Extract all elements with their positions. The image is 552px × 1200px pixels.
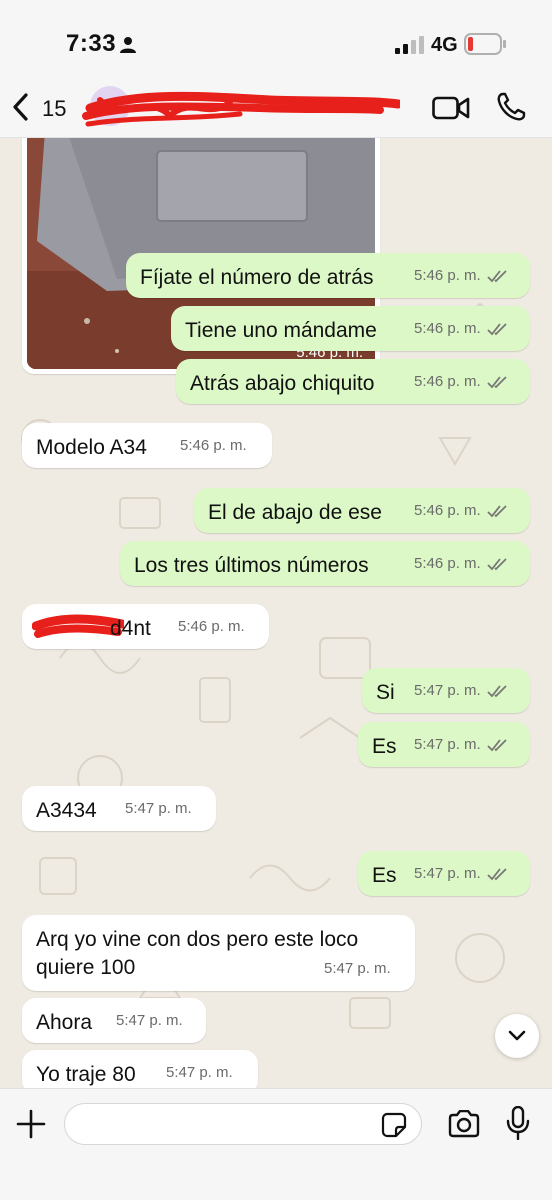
message-meta: 5:46 p. m. [414, 315, 509, 343]
message-meta: 5:47 p. m. [414, 860, 509, 888]
chat-area[interactable]: 5:46 p. m. Fíjate el número de atrás 5:4… [0, 138, 552, 1088]
message-text: Tiene uno mándame [185, 319, 377, 342]
person-icon [120, 37, 136, 53]
video-call-icon[interactable] [432, 94, 470, 122]
read-receipt-icon [487, 685, 507, 698]
message-time: 5:46 p. m. [414, 373, 481, 390]
message-time: 5:47 p. m. [125, 800, 192, 817]
outgoing-message[interactable]: Los tres últimos números 5:46 p. m. [120, 541, 530, 586]
message-time: 5:47 p. m. [324, 960, 391, 977]
read-receipt-icon [487, 868, 507, 881]
message-text: Es [372, 864, 397, 887]
message-text: d4nt [110, 617, 151, 640]
outgoing-message[interactable]: Tiene uno mándame 5:46 p. m. [171, 306, 530, 351]
back-chevron-icon[interactable] [10, 92, 32, 122]
message-time: 5:47 p. m. [414, 736, 481, 753]
contact-info[interactable] [80, 86, 400, 132]
message-input[interactable] [64, 1103, 422, 1145]
read-receipt-icon [487, 505, 507, 518]
scroll-to-bottom-button[interactable] [495, 1014, 539, 1058]
message-meta: 5:46 p. m. [414, 497, 509, 525]
message-time: 5:46 p. m. [178, 618, 245, 635]
incoming-message[interactable]: Yo traje 80 5:47 p. m. [22, 1050, 258, 1088]
outgoing-message[interactable]: El de abajo de ese 5:46 p. m. [194, 488, 530, 533]
message-meta: 5:46 p. m. [414, 368, 509, 396]
network-label: 4G [431, 34, 458, 56]
outgoing-message[interactable]: Fíjate el número de atrás 5:46 p. m. [126, 253, 530, 298]
read-receipt-icon [487, 558, 507, 571]
message-time: 5:46 p. m. [180, 437, 247, 454]
microphone-icon[interactable] [506, 1106, 530, 1140]
unread-count[interactable]: 15 [42, 96, 66, 122]
message-time: 5:46 p. m. [414, 320, 481, 337]
read-receipt-icon [487, 739, 507, 752]
contact-name-redaction [82, 86, 400, 127]
outgoing-message[interactable]: Atrás abajo chiquito 5:46 p. m. [176, 359, 530, 404]
chat-header: 15 [0, 80, 552, 138]
incoming-message[interactable]: d4nt 5:46 p. m. [22, 604, 269, 649]
message-text: Si [376, 681, 395, 704]
message-time: 5:47 p. m. [414, 682, 481, 699]
message-time: 5:46 p. m. [414, 502, 481, 519]
message-text: Es [372, 735, 397, 758]
outgoing-message[interactable]: Es 5:47 p. m. [358, 851, 530, 896]
message-text: A3434 [36, 799, 97, 822]
message-text: Los tres últimos números [134, 554, 369, 577]
outgoing-message[interactable]: Si 5:47 p. m. [362, 668, 530, 713]
phone-call-icon[interactable] [496, 92, 526, 122]
incoming-message[interactable]: Ahora 5:47 p. m. [22, 998, 206, 1043]
message-text: Ahora [36, 1011, 93, 1034]
message-text: Fíjate el número de atrás [140, 266, 374, 289]
message-meta: 5:46 p. m. [414, 550, 509, 578]
camera-icon[interactable] [447, 1110, 481, 1138]
message-time: 5:47 p. m. [116, 1012, 183, 1029]
chevron-down-icon [508, 1030, 526, 1041]
outgoing-message[interactable]: Es 5:47 p. m. [358, 722, 530, 767]
battery-low-icon [464, 33, 506, 55]
read-receipt-icon [487, 323, 507, 336]
message-text: Modelo A34 [36, 436, 147, 459]
message-time: 5:46 p. m. [414, 267, 481, 284]
plus-icon[interactable] [16, 1109, 46, 1139]
incoming-message[interactable]: Arq yo vine con dos pero este loco quier… [22, 915, 415, 991]
message-text: Yo traje 80 [36, 1063, 136, 1086]
status-bar: 7:33 4G [0, 0, 552, 80]
message-text: Atrás abajo chiquito [190, 372, 375, 395]
read-receipt-icon [487, 376, 507, 389]
message-time: 5:47 p. m. [166, 1064, 233, 1081]
signal-icon [395, 36, 424, 54]
sticker-icon[interactable] [381, 1112, 407, 1138]
message-meta: 5:47 p. m. [414, 677, 509, 705]
status-time: 7:33 [66, 30, 117, 57]
incoming-message[interactable]: Modelo A34 5:46 p. m. [22, 423, 272, 468]
read-receipt-icon [487, 270, 507, 283]
message-meta: 5:46 p. m. [414, 262, 509, 290]
message-text: El de abajo de ese [208, 501, 382, 524]
composer-bar [0, 1088, 552, 1200]
incoming-message[interactable]: A3434 5:47 p. m. [22, 786, 216, 831]
message-time: 5:47 p. m. [414, 865, 481, 882]
message-time: 5:46 p. m. [414, 555, 481, 572]
message-meta: 5:47 p. m. [414, 731, 509, 759]
